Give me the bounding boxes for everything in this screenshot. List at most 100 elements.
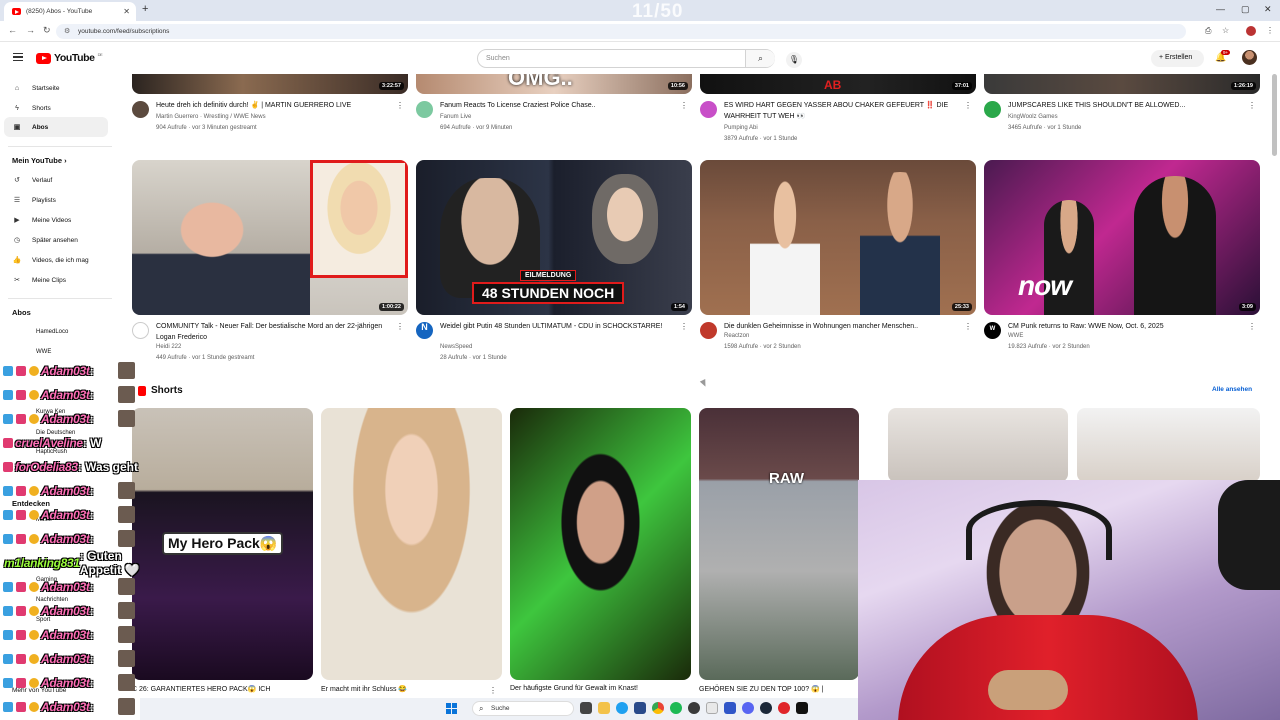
app-icon[interactable]	[706, 702, 718, 714]
channel-avatar[interactable]	[700, 322, 717, 339]
chat-badge-icon	[29, 581, 39, 592]
more-actions-icon[interactable]: ⋮	[680, 101, 688, 110]
store-icon[interactable]	[634, 702, 646, 714]
minimize-icon[interactable]: —	[1216, 4, 1225, 14]
chat-badge-icon	[16, 653, 26, 664]
video-thumbnail[interactable]: now 3:09	[984, 160, 1260, 315]
video-title[interactable]: Heute dreh ich definitiv durch! ✌️ | MAR…	[156, 101, 396, 112]
short-card[interactable]	[321, 408, 502, 680]
new-tab-icon[interactable]: +	[142, 3, 148, 15]
more-actions-icon[interactable]: ⋮	[964, 101, 972, 110]
channel-avatar[interactable]	[700, 101, 717, 118]
chat-emote-icon	[118, 506, 135, 523]
channel-name[interactable]: KingWoolz Games	[1008, 114, 1058, 120]
video-stats: 3465 Aufrufe · vor 1 Stunde	[1008, 125, 1082, 131]
video-thumbnail[interactable]: 1:00:22	[132, 160, 408, 315]
address-bar[interactable]: ⚙ youtube.com/feed/subscriptions	[56, 24, 1186, 39]
chat-badge-icon	[3, 365, 13, 376]
video-thumbnail[interactable]: 3:22:57	[132, 74, 408, 94]
maximize-icon[interactable]: ▢	[1241, 4, 1250, 15]
short-card[interactable]: My Hero Pack😱	[132, 408, 313, 680]
video-stats: 904 Aufrufe · vor 3 Minuten gestreamt	[156, 125, 257, 131]
more-actions-icon[interactable]: ⋮	[1248, 322, 1256, 331]
search-input[interactable]: Suchen ⌕	[477, 49, 775, 68]
chat-badge-icon	[3, 581, 13, 592]
short-card[interactable]	[1077, 408, 1260, 482]
video-title[interactable]: Weidel gibt Putin 48 Stunden ULTIMATUM -…	[440, 322, 680, 333]
more-actions-icon[interactable]: ⋮	[964, 322, 972, 331]
see-all-shorts-link[interactable]: Alle ansehen	[1212, 386, 1252, 393]
stream-counter: 11/50	[632, 1, 684, 22]
video-title[interactable]: Fanum Reacts To License Craziest Police …	[440, 101, 680, 112]
more-actions-icon[interactable]: ⋮	[396, 322, 404, 331]
channel-name[interactable]: Pumping Abi	[724, 125, 758, 131]
channel-name[interactable]: WWE	[1008, 333, 1023, 339]
video-title[interactable]: CM Punk returns to Raw: WWE Now, Oct. 6,…	[1008, 322, 1248, 333]
chat-text: :	[89, 627, 94, 642]
more-actions-icon[interactable]: ⋮	[1248, 101, 1256, 110]
video-meta: ES WIRD HART GEGEN YASSER ABOU CHAKER GE…	[700, 101, 976, 146]
discord-icon[interactable]	[742, 702, 754, 714]
short-card[interactable]: RAW	[699, 408, 859, 680]
windows-start-icon[interactable]	[446, 703, 457, 714]
duration-badge: 25:33	[951, 303, 972, 311]
taskbar-search[interactable]: ⌕ Suche	[472, 701, 574, 716]
channel-name[interactable]: Heidi 222	[156, 344, 181, 350]
page-scrollbar[interactable]	[1272, 74, 1277, 156]
app-icon[interactable]	[778, 702, 790, 714]
window-close-icon[interactable]: ✕	[1264, 4, 1272, 15]
vs-icon[interactable]	[724, 702, 736, 714]
chat-username: Adam03t	[41, 627, 90, 642]
video-meta: JUMPSCARES LIKE THIS SHOULDN'T BE ALLOWE…	[984, 101, 1260, 146]
video-thumbnail[interactable]: 25:33	[700, 160, 976, 315]
thumbnail-text: AB	[824, 78, 842, 92]
spotify-icon[interactable]	[670, 702, 682, 714]
app-icon[interactable]	[796, 702, 808, 714]
install-icon[interactable]: ⎙	[1205, 26, 1211, 36]
file-explorer-icon[interactable]	[598, 702, 610, 714]
channel-avatar[interactable]: W	[984, 322, 1001, 339]
short-title[interactable]: Er macht mit ihr Schluss 😂	[321, 685, 407, 693]
channel-name[interactable]: Martin Guerrero · Wrestling / WWE News	[156, 114, 266, 120]
chat-username: forOdelia83	[15, 459, 78, 474]
channel-name[interactable]: NewsSpeed	[440, 344, 472, 350]
voice-search-mic-icon[interactable]: 🎙	[786, 52, 802, 68]
chat-message: Adam03t:	[0, 530, 94, 547]
video-thumbnail[interactable]: AB 37:01	[700, 74, 976, 94]
video-thumbnail[interactable]: EILMELDUNG 48 STUNDEN NOCH 1:54	[416, 160, 692, 315]
edge-icon[interactable]	[616, 702, 628, 714]
account-avatar[interactable]	[1242, 50, 1257, 65]
chrome-icon[interactable]	[652, 702, 664, 714]
channel-avatar[interactable]: N	[416, 322, 433, 339]
short-card[interactable]	[510, 408, 691, 680]
video-title[interactable]: ES WIRD HART GEGEN YASSER ABOU CHAKER GE…	[724, 101, 964, 122]
short-title[interactable]: C 26: GARANTIERTES HERO PACK😱 ICH	[132, 685, 270, 693]
chat-username: Adam03t	[41, 603, 90, 618]
task-view-icon[interactable]	[580, 702, 592, 714]
browser-profile-avatar[interactable]	[1246, 26, 1256, 36]
obs-icon[interactable]	[688, 702, 700, 714]
video-title[interactable]: Die dunklen Geheimnisse in Wohnungen man…	[724, 322, 964, 333]
chat-text: :	[89, 483, 94, 498]
video-meta: W CM Punk returns to Raw: WWE Now, Oct. …	[984, 322, 1260, 367]
video-title[interactable]: JUMPSCARES LIKE THIS SHOULDN'T BE ALLOWE…	[1008, 101, 1248, 112]
streamer-webcam	[858, 480, 1280, 720]
channel-avatar[interactable]	[984, 101, 1001, 118]
video-title[interactable]: COMMUNITY Talk - Neuer Fall: Der bestial…	[156, 322, 396, 343]
more-actions-icon[interactable]: ⋮	[680, 322, 688, 331]
video-stats: 3879 Aufrufe · vor 1 Stunde	[724, 136, 798, 142]
bookmark-star-icon[interactable]: ☆	[1222, 26, 1229, 35]
taskbar-search-label: Suche	[491, 705, 510, 712]
browser-menu-icon[interactable]: ⋮	[1266, 26, 1274, 35]
video-thumbnail[interactable]: 1:26:19	[984, 74, 1260, 94]
channel-name[interactable]: Reactzon	[724, 333, 749, 339]
video-thumbnail[interactable]: OMG.. 10:56	[416, 74, 692, 94]
create-button[interactable]: + Erstellen	[1151, 50, 1204, 67]
short-card[interactable]	[888, 408, 1068, 482]
channel-avatar[interactable]	[416, 101, 433, 118]
chat-username: Adam03t	[41, 579, 90, 594]
channel-name[interactable]: Fanum Live	[440, 114, 471, 120]
steam-icon[interactable]	[760, 702, 772, 714]
more-actions-icon[interactable]: ⋮	[396, 101, 404, 110]
search-button[interactable]: ⌕	[745, 50, 775, 67]
